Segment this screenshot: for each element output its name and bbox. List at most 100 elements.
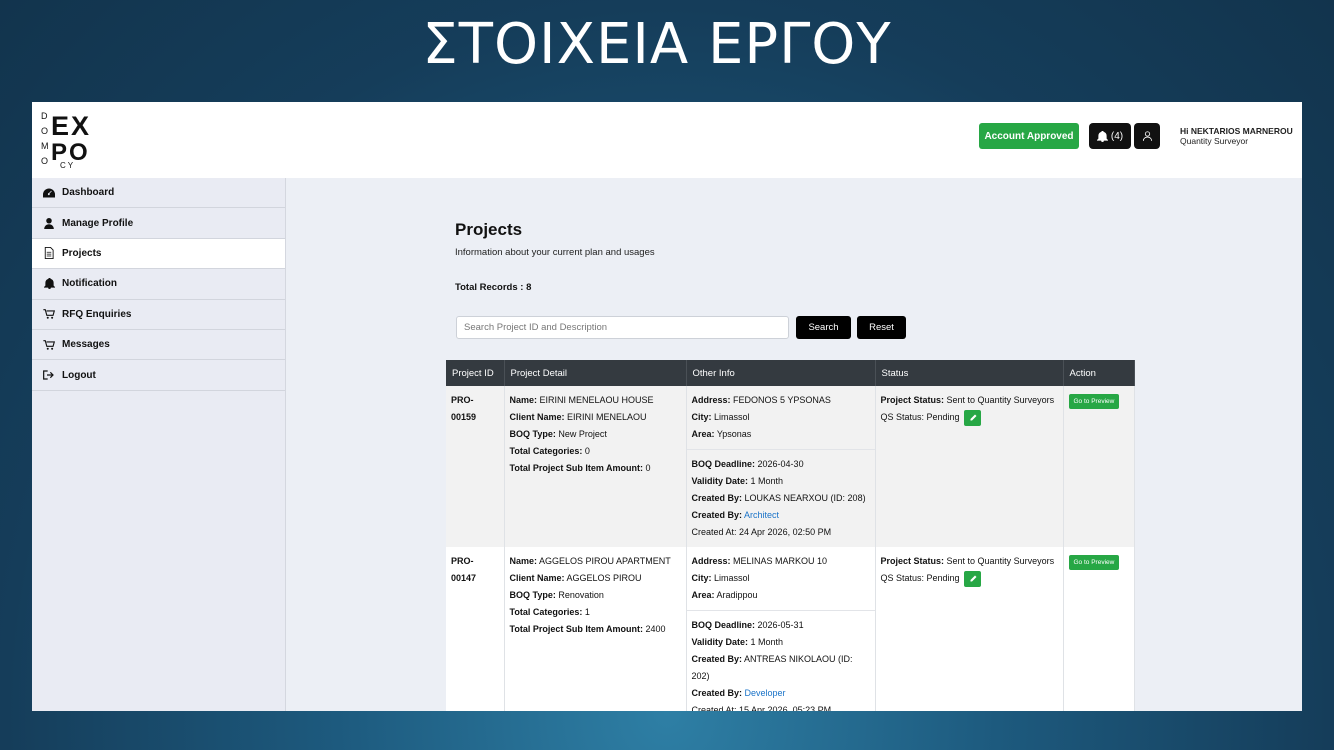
sidebar-item-manage-profile[interactable]: Manage Profile	[32, 208, 285, 239]
field-label: City:	[691, 573, 712, 583]
created-at: Created At: 15 Apr 2026, 05:23 PM	[691, 705, 832, 711]
action-cell: Go to Preview	[1063, 386, 1135, 547]
notifications-button[interactable]: (4)	[1089, 123, 1131, 149]
edit-qs-status-button[interactable]	[964, 409, 982, 426]
total-amount: 0	[645, 463, 651, 473]
status-cell: Project Status: Sent to Quantity Surveyo…	[875, 547, 1064, 711]
field-label: Area:	[691, 429, 715, 439]
field-label: Name:	[509, 395, 538, 405]
logo-letter: D	[41, 111, 48, 121]
boq-type: New Project	[558, 429, 607, 439]
domo-expo-logo[interactable]: D O M O E X P O CY	[40, 105, 102, 169]
pencil-icon	[970, 414, 977, 421]
field-label: Address:	[691, 556, 731, 566]
divider	[686, 610, 875, 611]
created-at: Created At: 24 Apr 2026, 02:50 PM	[691, 527, 832, 537]
boq-type: Renovation	[558, 590, 604, 600]
field-label: Total Project Sub Item Amount:	[509, 463, 644, 473]
project-id: PRO-	[451, 395, 474, 405]
address: FEDONOS 5 YPSONAS	[733, 395, 831, 405]
go-to-preview-button[interactable]: Go to Preview	[1068, 394, 1120, 409]
sidebar-item-label: RFQ Enquiries	[62, 308, 132, 320]
cart-icon	[43, 309, 55, 319]
project-status: Sent to Quantity Surveyors	[946, 395, 1055, 405]
field-label: Total Project Sub Item Amount:	[509, 624, 644, 634]
column-header[interactable]: Project Detail	[504, 360, 687, 386]
logo-letter: O	[41, 126, 48, 136]
city: Limassol	[714, 412, 750, 422]
created-by-role-link[interactable]: Architect	[744, 510, 779, 520]
field-label: Created By:	[691, 510, 743, 520]
logo-letter: M	[41, 141, 49, 151]
column-header[interactable]: Status	[875, 360, 1064, 386]
project-detail-cell: Name: EIRINI MENELAOU HOUSE Client Name:…	[504, 386, 687, 547]
sidebar-item-notification[interactable]: Notification	[32, 269, 285, 300]
created-by-name: LOUKAS NEARXOU (ID: 208)	[744, 493, 866, 503]
project-id: 00159	[451, 412, 477, 422]
project-id-cell: PRO- 00159	[446, 386, 505, 547]
sidebar-item-label: Manage Profile	[62, 217, 134, 229]
field-label: Name:	[509, 556, 538, 566]
pencil-icon	[970, 575, 977, 582]
column-header[interactable]: Action	[1063, 360, 1135, 386]
user-menu-button[interactable]	[1134, 123, 1160, 149]
sidebar-item-label: Logout	[62, 369, 96, 381]
field-label: Created By:	[691, 688, 743, 698]
sidebar-item-messages[interactable]: Messages	[32, 329, 285, 361]
bell-icon	[43, 278, 55, 290]
field-label: Created By:	[691, 654, 743, 664]
table-row: PRO- 00159 Name: EIRINI MENELAOU HOUSE Cl…	[446, 386, 1135, 547]
created-by-role-link[interactable]: Developer	[745, 688, 786, 698]
field-label: Total Categories:	[509, 446, 583, 456]
projects-table: Project ID Project Detail Other Info Sta…	[446, 360, 1135, 711]
page-subtitle: Information about your current plan and …	[455, 247, 655, 258]
reset-button[interactable]: Reset	[857, 316, 906, 339]
search-input[interactable]	[456, 316, 789, 339]
total-amount: 2400	[645, 624, 666, 634]
total-records: Total Records : 8	[455, 282, 532, 293]
total-categories: 0	[584, 446, 590, 456]
other-info-cell: Address: MELINAS MARKOU 10 City: Limasso…	[686, 547, 876, 711]
status-cell: Project Status: Sent to Quantity Surveyo…	[875, 386, 1064, 547]
go-to-preview-button[interactable]: Go to Preview	[1068, 555, 1120, 570]
document-icon	[43, 247, 55, 260]
field-label: BOQ Deadline:	[691, 459, 756, 469]
field-label: BOQ Type:	[509, 429, 556, 439]
user-icon	[1142, 131, 1152, 141]
project-name: AGGELOS PIROU APARTMENT	[539, 556, 671, 566]
greeting-name: Hi NEKTARIOS MARNEROU	[1180, 126, 1293, 136]
column-header[interactable]: Project ID	[446, 360, 505, 386]
edit-qs-status-button[interactable]	[964, 570, 982, 587]
total-categories: 1	[584, 607, 590, 617]
search-button[interactable]: Search	[796, 316, 851, 339]
account-approved-button[interactable]: Account Approved	[979, 123, 1079, 149]
top-navbar: D O M O E X P O CY Account Approved (4) …	[32, 102, 1302, 178]
boq-deadline: 2026-04-30	[757, 459, 804, 469]
sidebar-item-dashboard[interactable]: Dashboard	[32, 178, 285, 209]
project-id: PRO-	[451, 556, 474, 566]
field-label: BOQ Type:	[509, 590, 556, 600]
project-name: EIRINI MENELAOU HOUSE	[539, 395, 654, 405]
logo-letter: E	[51, 111, 69, 141]
logo-letter: X	[71, 111, 89, 141]
page-title: Projects	[455, 220, 523, 239]
field-label: BOQ Deadline:	[691, 620, 756, 630]
sidebar-item-rfq-enquiries[interactable]: RFQ Enquiries	[32, 299, 285, 330]
slide-title: ΣΤΟΙΧΕΙΑ ΕΡΓΟΥ	[422, 12, 892, 77]
divider	[686, 449, 875, 450]
dashboard-icon	[43, 188, 55, 198]
validity-date: 1 Month	[750, 637, 784, 647]
user-greeting: Hi NEKTARIOS MARNEROU Quantity Surveyor	[1180, 126, 1293, 146]
qs-status: QS Status: Pending	[880, 412, 960, 422]
logo-suffix: CY	[60, 161, 75, 169]
sidebar-item-label: Projects	[62, 247, 102, 259]
field-label: Project Status:	[880, 395, 945, 405]
notification-count: (4)	[1110, 130, 1124, 142]
logout-icon	[43, 370, 55, 380]
sidebar-item-projects[interactable]: Projects	[32, 238, 285, 270]
field-label: Validity Date:	[691, 637, 749, 647]
column-header[interactable]: Other Info	[686, 360, 876, 386]
area: Aradippou	[716, 590, 758, 600]
project-id-cell: PRO- 00147	[446, 547, 505, 711]
sidebar-item-logout[interactable]: Logout	[32, 360, 285, 391]
